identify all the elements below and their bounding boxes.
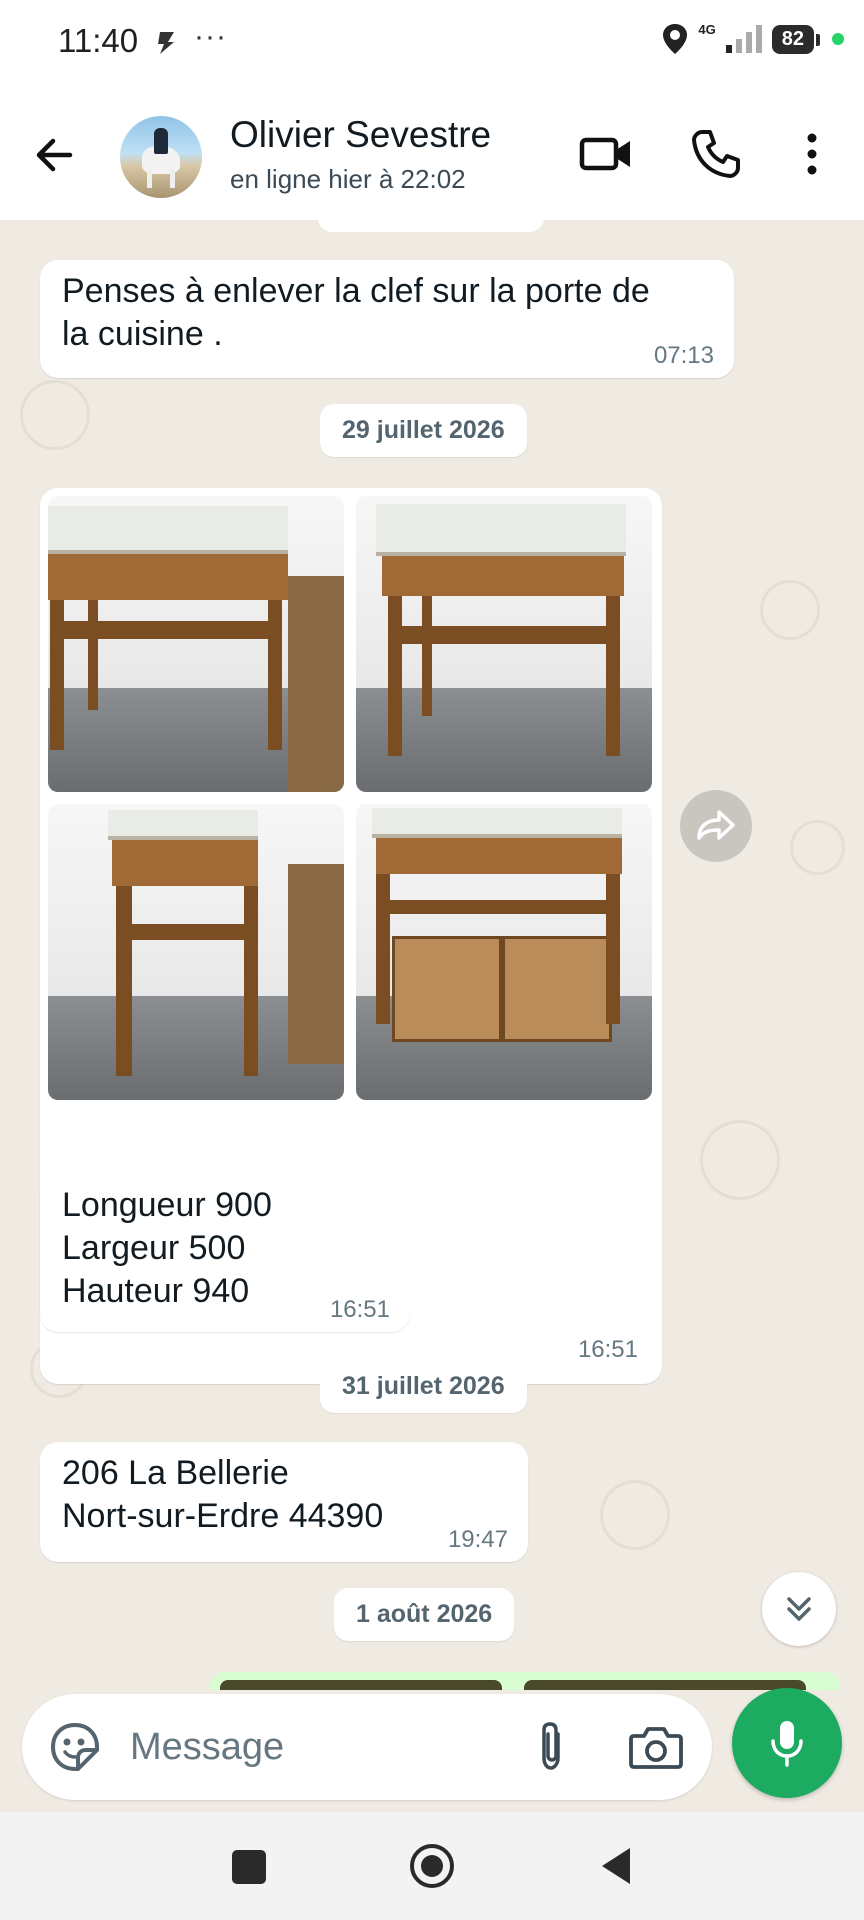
photo-table-leg bbox=[268, 600, 282, 750]
battery-indicator: 82 bbox=[771, 24, 821, 54]
chat-area[interactable]: Penses à enlever la clef sur la porte de… bbox=[0, 220, 864, 1690]
photo-background-board bbox=[288, 864, 344, 1064]
wallpaper-doodle bbox=[20, 380, 90, 450]
double-chevron-down-icon bbox=[787, 1597, 811, 1621]
forward-icon bbox=[697, 810, 735, 840]
message-time: 07:13 bbox=[653, 342, 714, 369]
message-time: 16:51 bbox=[577, 1336, 638, 1363]
photo-table-shelf bbox=[132, 924, 252, 940]
more-vertical-icon bbox=[807, 133, 817, 175]
system-back-button[interactable] bbox=[596, 1844, 636, 1888]
message-time: 16:51 bbox=[329, 1296, 390, 1323]
message-bubble[interactable]: 206 La Bellerie Nort-sur-Erdre 44390 19:… bbox=[40, 1442, 528, 1562]
signal-icon bbox=[725, 25, 762, 53]
photo-marble-top bbox=[48, 506, 288, 554]
more-options-button[interactable] bbox=[792, 126, 832, 182]
status-right-group: 4G 82 bbox=[660, 22, 844, 56]
status-more-indicator: ··· bbox=[194, 20, 227, 53]
privacy-indicator-dot bbox=[832, 33, 844, 45]
photo-table-apron bbox=[112, 840, 258, 886]
network-label: 4G bbox=[698, 21, 716, 37]
avatar-horse-leg bbox=[147, 170, 152, 188]
wallpaper-doodle bbox=[700, 1120, 780, 1200]
photo-table-apron bbox=[382, 556, 624, 596]
message-bubble[interactable]: Penses à enlever la clef sur la porte de… bbox=[40, 260, 734, 378]
photo-drawer-panel bbox=[502, 936, 612, 1042]
photo-marble-top bbox=[372, 808, 622, 838]
system-navigation-bar bbox=[0, 1812, 864, 1920]
triangle-back-icon bbox=[602, 1848, 630, 1884]
emoji-button[interactable] bbox=[48, 1720, 102, 1774]
photo-table-leg bbox=[88, 600, 98, 710]
photo-table-leg bbox=[116, 886, 132, 1076]
photo-marble-top bbox=[108, 810, 258, 840]
home-circle-icon bbox=[410, 1844, 454, 1888]
microphone-icon bbox=[771, 1721, 803, 1767]
avatar-horse-leg bbox=[170, 170, 175, 188]
attach-button[interactable] bbox=[524, 1718, 580, 1776]
message-text: Longueur 900 Largeur 500 Hauteur 940 bbox=[62, 1186, 272, 1310]
album-photo[interactable] bbox=[48, 804, 344, 1100]
message-input-bar bbox=[22, 1694, 712, 1800]
video-call-button[interactable] bbox=[578, 126, 634, 182]
camera-button[interactable] bbox=[626, 1718, 686, 1776]
scroll-to-bottom-button[interactable] bbox=[762, 1572, 836, 1646]
photo-table-leg bbox=[606, 874, 620, 1024]
photo-table-apron bbox=[48, 554, 288, 600]
wallpaper-doodle bbox=[600, 1480, 670, 1550]
album-photo[interactable] bbox=[356, 496, 652, 792]
sticker-icon bbox=[50, 1722, 99, 1771]
album-photo[interactable] bbox=[356, 804, 652, 1100]
next-photo-peek bbox=[524, 1680, 806, 1690]
camera-icon bbox=[629, 1727, 683, 1769]
date-chip: 1 août 2026 bbox=[334, 1588, 515, 1641]
photo-table-leg bbox=[376, 874, 390, 1024]
photo-table-shelf bbox=[386, 900, 616, 914]
notification-icon bbox=[158, 32, 174, 54]
wallpaper-doodle bbox=[760, 580, 820, 640]
photo-marble-top bbox=[376, 504, 626, 556]
home-button[interactable] bbox=[408, 1842, 456, 1890]
photo-table-leg bbox=[422, 596, 432, 716]
date-chip: 31 juillet 2026 bbox=[320, 1360, 527, 1413]
next-photo-peek bbox=[220, 1680, 502, 1690]
photo-table-leg bbox=[606, 596, 620, 756]
wallpaper-doodle bbox=[790, 820, 845, 875]
forward-button[interactable] bbox=[680, 790, 752, 862]
back-button[interactable] bbox=[28, 128, 82, 182]
contact-avatar[interactable] bbox=[120, 116, 202, 198]
photo-table-leg bbox=[50, 600, 64, 750]
message-bubble[interactable]: Longueur 900 Largeur 500 Hauteur 940 16:… bbox=[40, 1172, 410, 1332]
album-photo[interactable] bbox=[48, 496, 344, 792]
video-camera-icon bbox=[579, 137, 630, 171]
photo-table-leg bbox=[388, 596, 402, 756]
voice-call-button[interactable] bbox=[688, 126, 744, 182]
message-text: 206 La Bellerie Nort-sur-Erdre 44390 bbox=[62, 1454, 384, 1535]
message-input[interactable] bbox=[130, 1716, 510, 1778]
status-bar: 11:40 ··· 4G 82 bbox=[0, 0, 864, 84]
arrow-left-icon bbox=[36, 138, 73, 172]
avatar-rider bbox=[154, 128, 168, 154]
message-time: 19:47 bbox=[447, 1526, 508, 1553]
location-icon bbox=[663, 24, 688, 54]
voice-message-button[interactable] bbox=[732, 1688, 842, 1798]
photo-table-leg bbox=[244, 886, 258, 1076]
contact-name[interactable]: Olivier Sevestre bbox=[230, 114, 491, 156]
message-text: Penses à enlever la clef sur la porte de… bbox=[62, 272, 650, 353]
recents-button[interactable] bbox=[232, 1850, 266, 1884]
photo-table-apron bbox=[376, 838, 622, 874]
status-time: 11:40 bbox=[58, 22, 139, 59]
photo-drawer-panel bbox=[392, 936, 502, 1042]
contact-last-seen: en ligne hier à 22:02 bbox=[230, 164, 466, 194]
chat-header: Olivier Sevestre en ligne hier à 22:02 bbox=[0, 84, 864, 220]
date-chip-partial bbox=[318, 220, 544, 232]
photo-background-board bbox=[288, 576, 344, 792]
phone-icon bbox=[692, 130, 740, 178]
paperclip-icon bbox=[542, 1722, 560, 1770]
date-chip: 29 juillet 2026 bbox=[320, 404, 527, 457]
